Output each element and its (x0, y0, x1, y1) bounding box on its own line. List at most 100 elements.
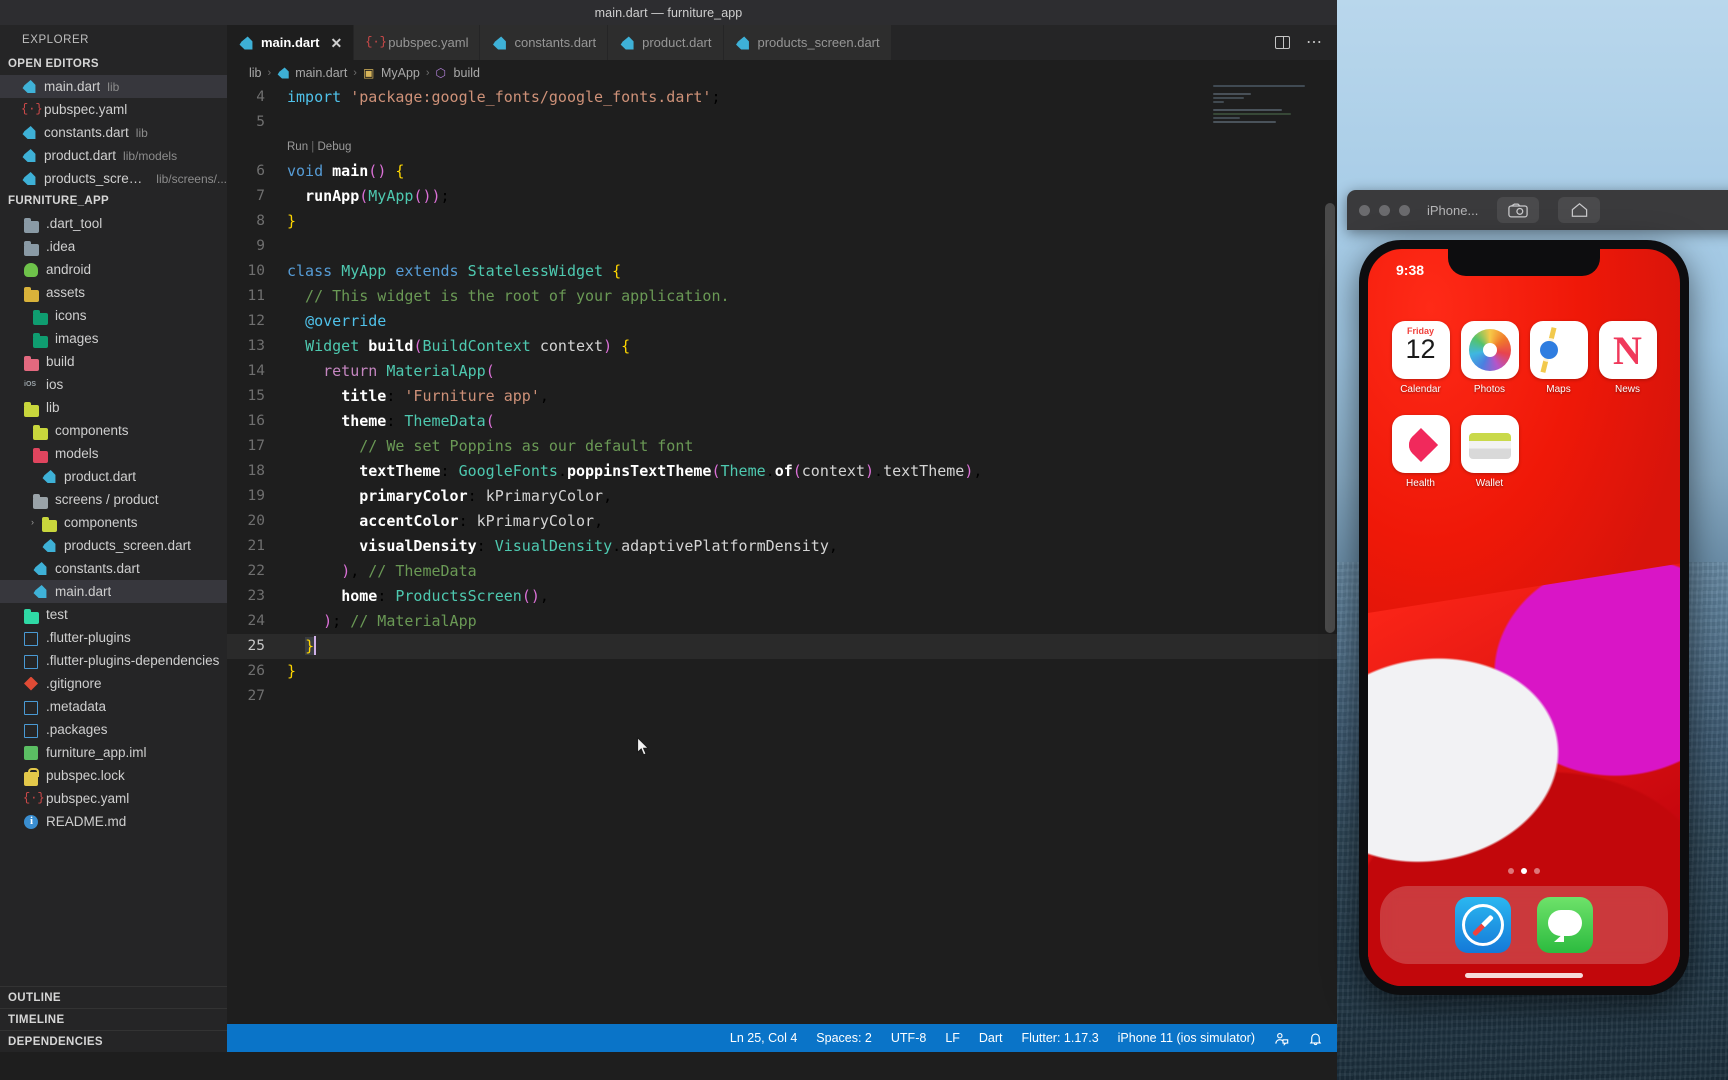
breadcrumb-item[interactable]: main.dart (277, 66, 347, 80)
editor-tab[interactable]: product.dart (608, 25, 724, 60)
code-content[interactable]: 4 import 'package:google_fonts/google_fon… (227, 85, 1337, 709)
open-editors-section-header[interactable]: OPEN EDITORS (0, 53, 227, 75)
code-line[interactable]: 21 visualDensity: VisualDensity.adaptive… (227, 534, 1337, 559)
ios-simulator-window[interactable]: iPhone... 9:38 Friday 12 Calendar Photos Map… (1347, 190, 1728, 995)
code-text[interactable]: ); // MaterialApp (287, 609, 1337, 634)
health-icon[interactable] (1391, 415, 1450, 473)
home-screen-app[interactable]: Friday 12 Calendar (1391, 321, 1451, 395)
code-line[interactable]: 11 // This widget is the root of your ap… (227, 284, 1337, 309)
code-line[interactable]: 19 primaryColor: kPrimaryColor, (227, 484, 1337, 509)
news-icon[interactable] (1598, 321, 1657, 379)
code-viewport[interactable]: 4 import 'package:google_fonts/google_fon… (227, 85, 1337, 1024)
home-screen-app[interactable]: Maps (1529, 321, 1589, 395)
code-line[interactable]: 14 return MaterialApp( (227, 359, 1337, 384)
breadcrumb-item[interactable]: ⬡ build (436, 66, 480, 81)
file-tree-item[interactable]: products_screen.dart (0, 534, 227, 557)
project-section-header[interactable]: FURNITURE_APP (0, 190, 227, 212)
code-text[interactable]: return MaterialApp( (287, 359, 1337, 384)
breadcrumb-item[interactable]: lib (249, 66, 262, 80)
file-tree-item[interactable]: furniture_app.iml (0, 741, 227, 764)
safari-icon[interactable] (1455, 897, 1511, 953)
status-indentation[interactable]: Spaces: 2 (816, 1031, 872, 1045)
sidebar-section-dependencies[interactable]: DEPENDENCIES (0, 1030, 227, 1052)
simulator-close-button[interactable] (1359, 204, 1370, 216)
editor-tab[interactable]: products_screen.dart (723, 25, 892, 60)
page-indicator[interactable] (1508, 868, 1540, 874)
file-tree-item[interactable]: pubspec.yaml (0, 787, 227, 810)
file-tree-item[interactable]: test (0, 603, 227, 626)
feedback-icon[interactable] (1274, 1031, 1289, 1046)
code-lens-debug[interactable]: Debug (318, 139, 352, 155)
open-editor-item[interactable]: main.dart lib (0, 75, 227, 98)
file-tree-item[interactable]: .metadata (0, 695, 227, 718)
file-tree-item[interactable]: ios (0, 373, 227, 396)
iphone-screen[interactable]: 9:38 Friday12 Calendar Photos Maps News Healt… (1368, 249, 1680, 986)
home-screen-app[interactable]: Wallet (1460, 415, 1520, 489)
code-line[interactable]: 7 runApp(MyApp()); (227, 184, 1337, 209)
code-lens-run[interactable]: Run (287, 139, 308, 155)
file-tree-item[interactable]: components (0, 419, 227, 442)
code-text[interactable]: accentColor: kPrimaryColor, (287, 509, 1337, 534)
chevron-right-icon[interactable]: › (31, 518, 42, 527)
editor-actions[interactable]: ⋯ (1275, 25, 1337, 60)
code-line[interactable]: 15 title: 'Furniture app', (227, 384, 1337, 409)
file-tree-item[interactable]: product.dart (0, 465, 227, 488)
code-line[interactable]: 23 home: ProductsScreen(), (227, 584, 1337, 609)
editor-tab[interactable]: pubspec.yaml (354, 25, 481, 60)
home-screen-app[interactable]: News (1598, 321, 1658, 395)
status-language-mode[interactable]: Dart (979, 1031, 1003, 1045)
code-line[interactable]: 12 @override (227, 309, 1337, 334)
file-tree-item[interactable]: main.dart (0, 580, 227, 603)
status-device[interactable]: iPhone 11 (ios simulator) (1118, 1031, 1255, 1045)
code-line[interactable]: 9 (227, 234, 1337, 259)
photos-icon[interactable] (1460, 321, 1519, 379)
explorer-sidebar[interactable]: EXPLORER OPEN EDITORS main.dart lib pubspe… (0, 25, 227, 1052)
sidebar-section-outline[interactable]: OUTLINE (0, 986, 227, 1008)
bell-icon[interactable] (1308, 1031, 1323, 1046)
status-cursor-position[interactable]: Ln 25, Col 4 (730, 1031, 797, 1045)
code-line[interactable]: 4 import 'package:google_fonts/google_fon… (227, 85, 1337, 110)
simulator-minimize-button[interactable] (1379, 204, 1390, 216)
wallet-icon[interactable] (1460, 415, 1519, 473)
code-line[interactable]: 20 accentColor: kPrimaryColor, (227, 509, 1337, 534)
home-screen-app[interactable]: Health (1391, 415, 1451, 489)
code-text[interactable]: // We set Poppins as our default font (287, 434, 1337, 459)
code-text[interactable]: } (287, 634, 1337, 659)
split-editor-icon[interactable] (1275, 36, 1290, 49)
editor-tab[interactable]: constants.dart (480, 25, 609, 60)
code-line[interactable]: 10 class MyApp extends StatelessWidget { (227, 259, 1337, 284)
code-text[interactable]: } (287, 209, 1337, 234)
code-text[interactable]: } (287, 659, 1337, 684)
code-text[interactable]: class MyApp extends StatelessWidget { (287, 259, 1337, 284)
code-line[interactable]: 27 (227, 684, 1337, 709)
code-text[interactable]: textTheme: GoogleFonts.poppinsTextTheme(… (287, 459, 1337, 484)
home-button-icon[interactable] (1558, 197, 1601, 223)
code-text[interactable]: visualDensity: VisualDensity.adaptivePla… (287, 534, 1337, 559)
file-tree-item[interactable]: models (0, 442, 227, 465)
code-line[interactable]: 22 ), // ThemeData (227, 559, 1337, 584)
code-text[interactable]: home: ProductsScreen(), (287, 584, 1337, 609)
code-line[interactable]: 8} (227, 209, 1337, 234)
status-encoding[interactable]: UTF-8 (891, 1031, 926, 1045)
maps-icon[interactable] (1529, 321, 1588, 379)
file-tree-item[interactable]: icons (0, 304, 227, 327)
file-tree-item[interactable]: images (0, 327, 227, 350)
messages-icon[interactable] (1537, 897, 1593, 953)
file-tree-item[interactable]: .idea (0, 235, 227, 258)
code-line[interactable]: 25 } (227, 634, 1337, 659)
editor-tabbar[interactable]: main.dart ✕ pubspec.yaml constants.dart prod… (227, 25, 1337, 60)
code-text[interactable]: runApp(MyApp()); (287, 184, 1337, 209)
open-editor-item[interactable]: products_screen.dart lib/screens/... (0, 167, 227, 190)
calendar-icon[interactable]: Friday 12 (1391, 321, 1450, 379)
file-tree-item[interactable]: .flutter-plugins (0, 626, 227, 649)
file-tree-item[interactable]: pubspec.lock (0, 764, 227, 787)
code-text[interactable]: title: 'Furniture app', (287, 384, 1337, 409)
code-line[interactable]: 13 Widget build(BuildContext context) { (227, 334, 1337, 359)
code-text[interactable]: void main() { (287, 159, 1337, 184)
file-tree-item[interactable]: screens / product (0, 488, 227, 511)
code-line[interactable]: 16 theme: ThemeData( (227, 409, 1337, 434)
file-tree-item[interactable]: README.md (0, 810, 227, 833)
code-text[interactable]: // This widget is the root of your appli… (287, 284, 1337, 309)
home-indicator[interactable] (1465, 973, 1583, 978)
sidebar-section-timeline[interactable]: TIMELINE (0, 1008, 227, 1030)
